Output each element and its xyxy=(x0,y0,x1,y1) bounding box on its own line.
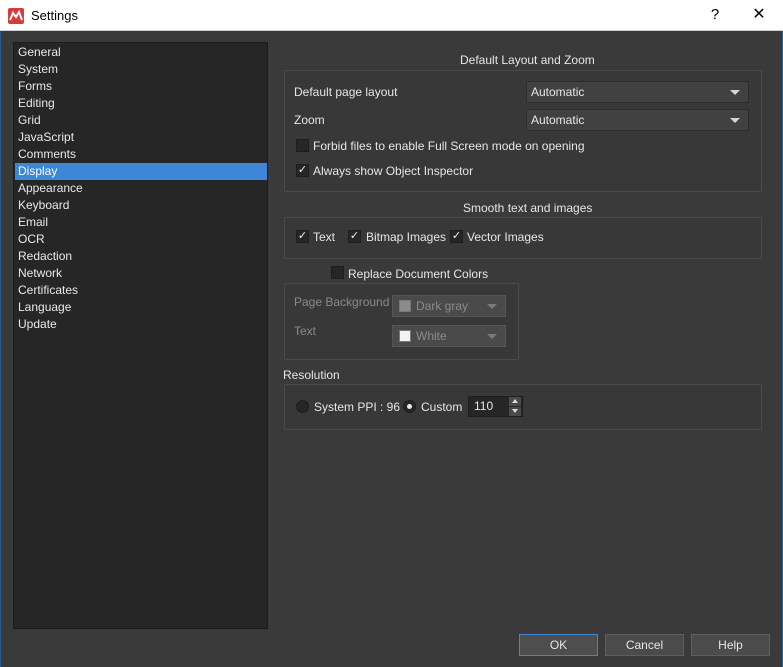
resolution-title: Resolution xyxy=(283,368,340,382)
help-icon[interactable]: ? xyxy=(704,4,726,26)
spin-up-icon[interactable] xyxy=(509,397,521,406)
sidebar-item-network[interactable]: Network xyxy=(15,265,267,282)
text-color-dropdown[interactable]: White xyxy=(392,325,506,347)
sidebar-item-ocr[interactable]: OCR xyxy=(15,231,267,248)
chevron-down-icon xyxy=(730,90,740,95)
chevron-down-icon xyxy=(730,118,740,123)
custom-ppi-radio[interactable] xyxy=(403,400,416,413)
chevron-down-icon xyxy=(487,334,497,339)
page-layout-value: Automatic xyxy=(531,85,585,99)
checkmark-icon: ✓ xyxy=(349,230,360,242)
sidebar-item-grid[interactable]: Grid xyxy=(15,112,267,129)
custom-ppi-spinbox[interactable]: 110 xyxy=(468,396,523,417)
sidebar-item-display[interactable]: Display xyxy=(15,163,267,180)
settings-category-list[interactable]: General System Forms Editing Grid JavaSc… xyxy=(13,42,268,629)
sidebar-item-appearance[interactable]: Appearance xyxy=(15,180,267,197)
text-color-value: White xyxy=(416,329,447,343)
ok-button[interactable]: OK xyxy=(519,634,598,656)
smooth-bitmap-checkbox[interactable]: ✓ xyxy=(348,230,361,243)
smooth-text-checkbox[interactable]: ✓ xyxy=(296,230,309,243)
forbid-fullscreen-checkbox[interactable] xyxy=(296,139,309,152)
zoom-dropdown[interactable]: Automatic xyxy=(526,109,749,131)
forbid-fullscreen-label: Forbid files to enable Full Screen mode … xyxy=(313,139,585,153)
chevron-down-icon xyxy=(487,304,497,309)
replace-colors-label: Replace Document Colors xyxy=(348,267,489,281)
page-layout-label: Default page layout xyxy=(294,85,398,99)
sidebar-item-general[interactable]: General xyxy=(15,44,267,61)
sidebar-item-system[interactable]: System xyxy=(15,61,267,78)
object-inspector-checkbox[interactable]: ✓ xyxy=(296,164,309,177)
sidebar-item-forms[interactable]: Forms xyxy=(15,78,267,95)
smooth-vector-label: Vector Images xyxy=(467,230,544,244)
cancel-button[interactable]: Cancel xyxy=(605,634,684,656)
window-border-left xyxy=(0,31,1,667)
smooth-bitmap-label: Bitmap Images xyxy=(366,230,447,244)
checkmark-icon: ✓ xyxy=(297,164,308,176)
layout-zoom-title: Default Layout and Zoom xyxy=(460,53,595,67)
page-background-label: Page Background xyxy=(294,295,390,309)
page-background-value: Dark gray xyxy=(416,299,469,313)
sidebar-item-email[interactable]: Email xyxy=(15,214,267,231)
page-layout-dropdown[interactable]: Automatic xyxy=(526,81,749,103)
text-color-label: Text xyxy=(294,324,317,338)
sidebar-item-language[interactable]: Language xyxy=(15,299,267,316)
title-bar: Settings ? ✕ xyxy=(0,0,783,31)
smooth-vector-checkbox[interactable]: ✓ xyxy=(450,230,463,243)
sidebar-item-editing[interactable]: Editing xyxy=(15,95,267,112)
sidebar-item-javascript[interactable]: JavaScript xyxy=(15,129,267,146)
system-ppi-radio[interactable] xyxy=(296,400,309,413)
zoom-label: Zoom xyxy=(294,113,325,127)
page-background-swatch xyxy=(399,300,411,312)
page-background-dropdown[interactable]: Dark gray xyxy=(392,295,506,317)
zoom-value: Automatic xyxy=(531,113,585,127)
checkmark-icon: ✓ xyxy=(451,230,462,242)
app-logo-icon xyxy=(8,8,24,24)
object-inspector-label: Always show Object Inspector xyxy=(313,164,474,178)
system-ppi-label: System PPI : 96 xyxy=(314,400,401,414)
checkmark-icon: ✓ xyxy=(297,230,308,242)
sidebar-item-comments[interactable]: Comments xyxy=(15,146,267,163)
smooth-title: Smooth text and images xyxy=(463,201,593,215)
sidebar-item-keyboard[interactable]: Keyboard xyxy=(15,197,267,214)
sidebar-item-redaction[interactable]: Redaction xyxy=(15,248,267,265)
custom-ppi-label: Custom xyxy=(421,400,463,414)
custom-ppi-value: 110 xyxy=(474,399,494,413)
smooth-text-label: Text xyxy=(313,230,336,244)
window-title: Settings xyxy=(31,8,78,23)
sidebar-item-update[interactable]: Update xyxy=(15,316,267,333)
sidebar-item-certificates[interactable]: Certificates xyxy=(15,282,267,299)
text-color-swatch xyxy=(399,330,411,342)
replace-colors-checkbox[interactable] xyxy=(331,266,344,279)
spin-down-icon[interactable] xyxy=(509,407,521,416)
help-button[interactable]: Help xyxy=(691,634,770,656)
close-icon[interactable]: ✕ xyxy=(744,4,774,26)
